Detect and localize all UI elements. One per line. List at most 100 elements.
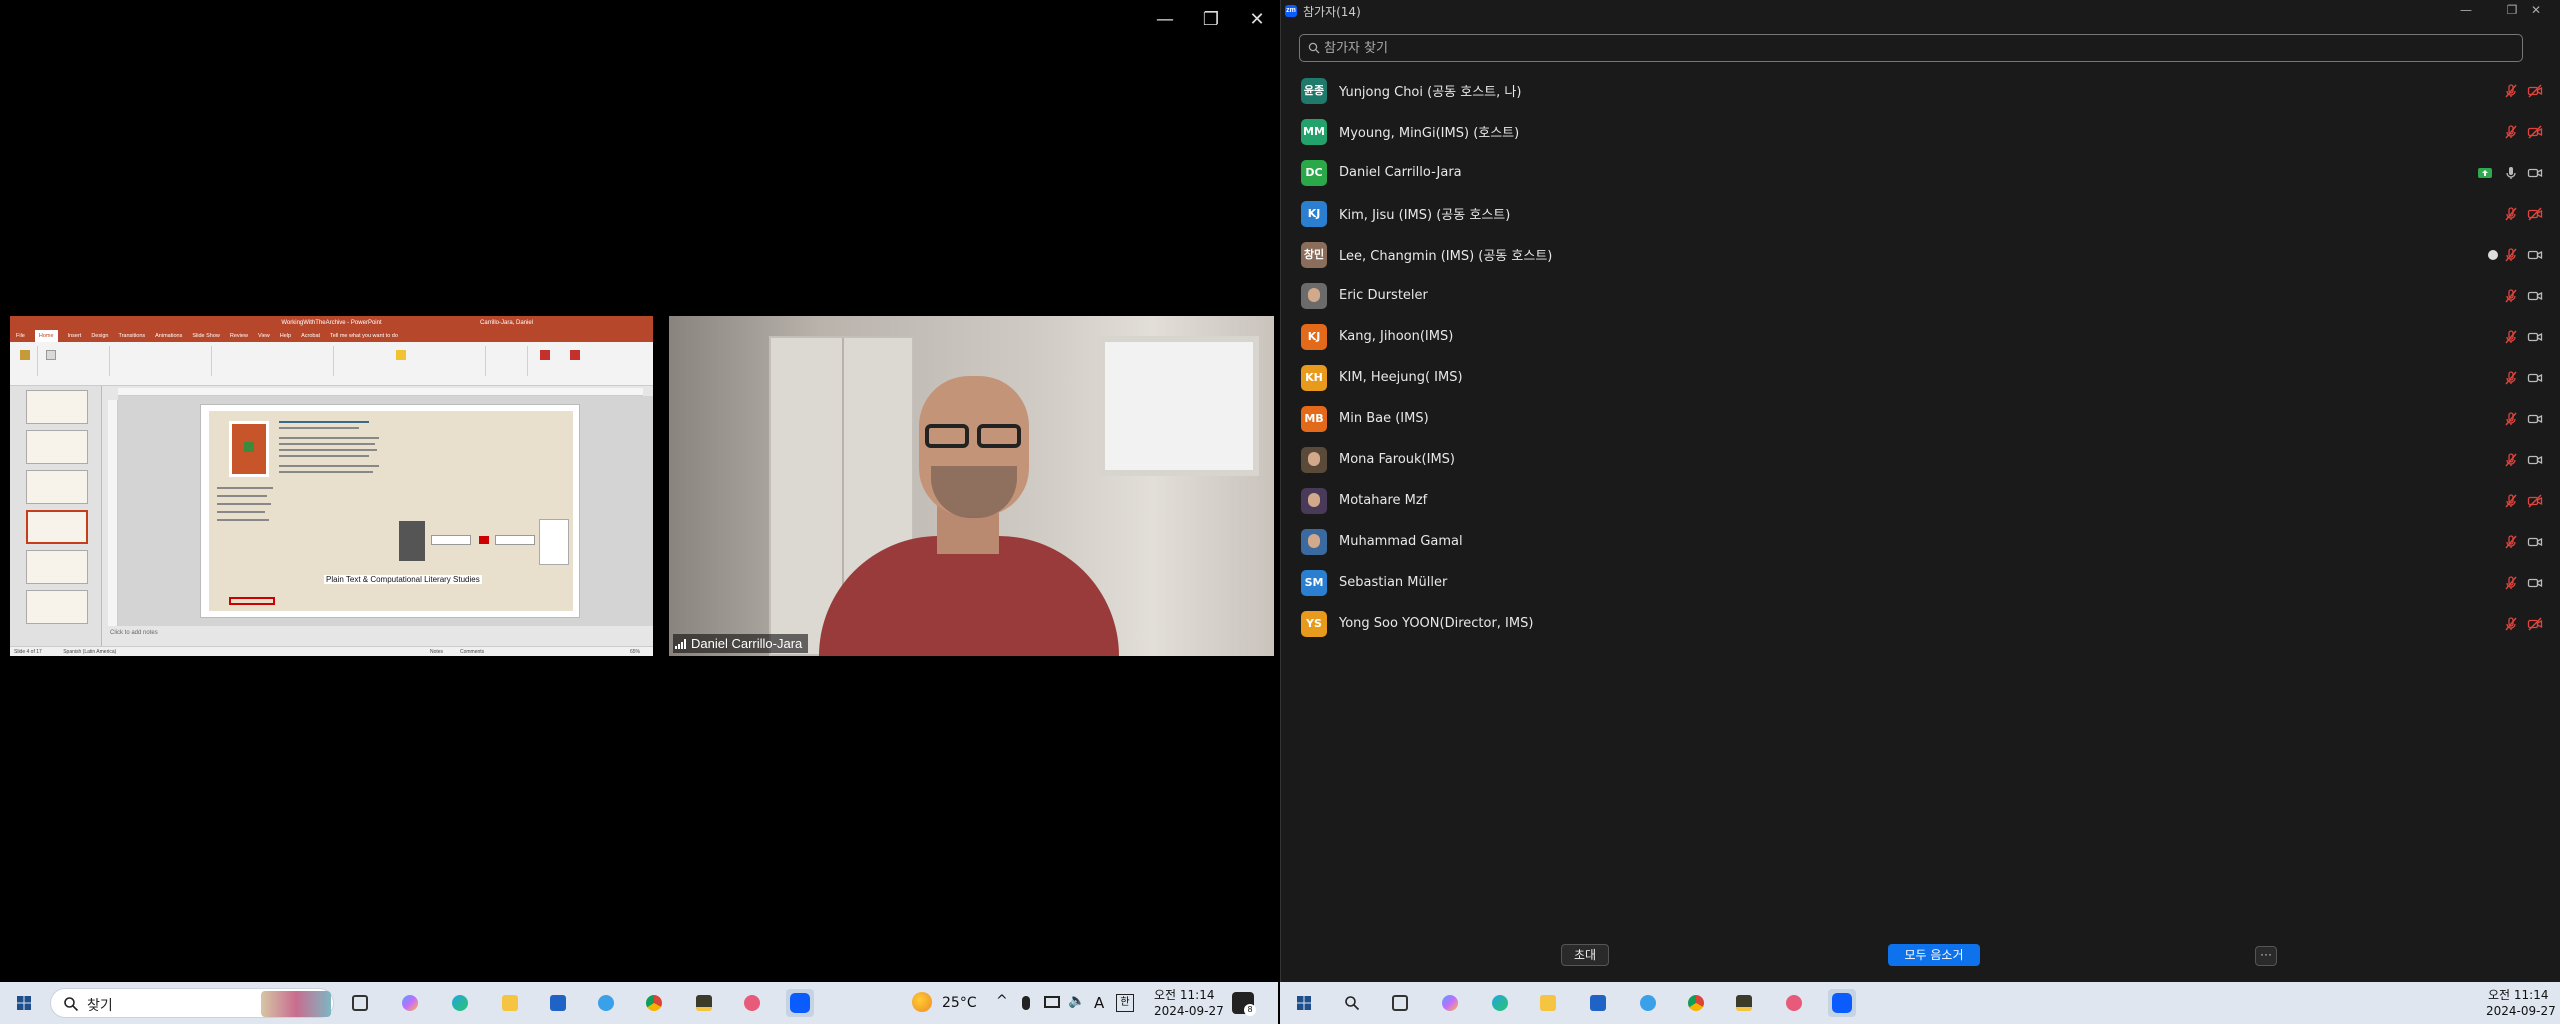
slide-thumbnail-selected[interactable] — [26, 510, 88, 544]
status-notes[interactable]: Notes — [430, 647, 443, 656]
edge-button[interactable] — [446, 989, 474, 1017]
participant-row[interactable]: MB Min Bae (IMS) — [1281, 398, 2560, 439]
mail-button[interactable] — [544, 989, 572, 1017]
task-view-button[interactable] — [1386, 989, 1414, 1017]
taskbar-date[interactable]: 2024-09-27 — [1154, 1004, 1224, 1018]
panel-close-button[interactable]: ✕ — [2513, 0, 2559, 22]
video-icon[interactable] — [2527, 165, 2543, 181]
video-off-icon[interactable] — [2527, 206, 2543, 222]
ime-indicator[interactable]: A — [1094, 994, 1104, 1012]
ie-button[interactable] — [592, 989, 620, 1017]
restore-button[interactable]: ❐ — [1188, 4, 1234, 36]
chrome-button[interactable] — [1682, 989, 1710, 1017]
search-button[interactable] — [1338, 989, 1366, 1017]
snipping-tool-button[interactable] — [1780, 989, 1808, 1017]
start-button[interactable] — [10, 989, 38, 1017]
microphone-icon[interactable] — [2503, 165, 2519, 181]
participant-row[interactable]: Motahare Mzf — [1281, 480, 2560, 521]
microphone-muted-icon[interactable] — [2503, 370, 2519, 386]
notes-placeholder[interactable]: Click to add notes — [110, 630, 158, 636]
video-icon[interactable] — [2527, 534, 2543, 550]
participant-row[interactable]: KJ Kang, Jihoon(IMS) — [1281, 316, 2560, 357]
microphone-muted-icon[interactable] — [2503, 575, 2519, 591]
video-icon[interactable] — [2527, 452, 2543, 468]
task-view-button[interactable] — [346, 989, 374, 1017]
slide-thumbnail[interactable] — [26, 390, 88, 424]
participant-row[interactable]: SM Sebastian Müller — [1281, 562, 2560, 603]
file-explorer-button[interactable] — [496, 989, 524, 1017]
start-button[interactable] — [1290, 989, 1318, 1017]
zoom-taskbar-button[interactable] — [786, 989, 814, 1017]
panel-minimize-button[interactable]: — — [2443, 0, 2489, 22]
invite-button[interactable]: 초대 — [1561, 944, 1609, 966]
microphone-muted-icon[interactable] — [2503, 534, 2519, 550]
microphone-muted-icon[interactable] — [2503, 411, 2519, 427]
volume-icon[interactable]: 🔈 — [1068, 993, 1085, 1009]
video-off-icon[interactable] — [2527, 83, 2543, 99]
video-icon[interactable] — [2527, 411, 2543, 427]
microphone-muted-icon[interactable] — [2503, 288, 2519, 304]
copilot-button[interactable] — [396, 989, 424, 1017]
slide-thumbnail[interactable] — [26, 550, 88, 584]
taskbar-time[interactable]: 오전 11:14 — [1154, 986, 1214, 1003]
minimize-button[interactable]: — — [1142, 4, 1188, 36]
keyboard-layout-icon[interactable]: 한 — [1116, 994, 1134, 1012]
participant-search-input[interactable] — [1324, 40, 2504, 56]
participant-row[interactable]: Eric Dursteler — [1281, 275, 2560, 316]
status-comments[interactable]: Comments — [460, 647, 484, 656]
copilot-button[interactable] — [1436, 989, 1464, 1017]
video-icon[interactable] — [2527, 247, 2543, 263]
weather-temp[interactable]: 25°C — [942, 995, 977, 1011]
weather-icon[interactable] — [912, 992, 932, 1012]
microphone-muted-icon[interactable] — [2503, 452, 2519, 468]
microphone-muted-icon[interactable] — [2503, 83, 2519, 99]
video-icon[interactable] — [2527, 370, 2543, 386]
participant-row[interactable]: Mona Farouk(IMS) — [1281, 439, 2560, 480]
microphone-muted-icon[interactable] — [2503, 616, 2519, 632]
chrome-button[interactable] — [640, 989, 668, 1017]
shared-screen[interactable]: WorkingWithTheArchive - PowerPoint Carri… — [10, 316, 653, 656]
snipping-tool-button[interactable] — [738, 989, 766, 1017]
video-icon[interactable] — [2527, 329, 2543, 345]
participant-row[interactable]: 윤종 Yunjong Choi (공동 호스트, 나) — [1281, 70, 2560, 111]
microphone-icon[interactable] — [1022, 996, 1030, 1010]
sticky-notes-button[interactable] — [690, 989, 718, 1017]
microphone-muted-icon[interactable] — [2503, 493, 2519, 509]
participant-row[interactable]: KH KIM, Heejung( IMS) — [1281, 357, 2560, 398]
mail-button[interactable] — [1584, 989, 1612, 1017]
close-button[interactable]: ✕ — [1234, 4, 1280, 36]
video-off-icon[interactable] — [2527, 493, 2543, 509]
chevron-up-icon[interactable]: ^ — [996, 993, 1008, 1009]
participant-row[interactable]: YS Yong Soo YOON(Director, IMS) — [1281, 603, 2560, 644]
taskbar-search[interactable]: 찾기 — [50, 988, 334, 1018]
file-explorer-button[interactable] — [1534, 989, 1562, 1017]
status-zoom[interactable]: 65% — [630, 647, 640, 656]
participant-row[interactable]: 창민 Lee, Changmin (IMS) (공동 호스트) — [1281, 234, 2560, 275]
mute-all-button[interactable]: 모두 음소거 — [1888, 944, 1980, 966]
network-icon[interactable] — [1044, 996, 1060, 1008]
zoom-taskbar-button[interactable] — [1828, 989, 1856, 1017]
participant-video[interactable]: Daniel Carrillo-Jara — [669, 316, 1274, 656]
slide-thumbnail[interactable] — [26, 590, 88, 624]
participant-row[interactable]: MM Myoung, MinGi(IMS) (호스트) — [1281, 111, 2560, 152]
notification-center-button[interactable]: 8 — [1232, 992, 1256, 1016]
taskbar-date[interactable]: 2024-09-27 — [2486, 1004, 2556, 1018]
microphone-muted-icon[interactable] — [2503, 247, 2519, 263]
video-off-icon[interactable] — [2527, 124, 2543, 140]
microphone-muted-icon[interactable] — [2503, 206, 2519, 222]
slide-thumbnail[interactable] — [26, 470, 88, 504]
video-off-icon[interactable] — [2527, 616, 2543, 632]
participant-row[interactable]: DC Daniel Carrillo-Jara — [1281, 152, 2560, 193]
participant-search[interactable] — [1299, 34, 2523, 62]
edge-button[interactable] — [1486, 989, 1514, 1017]
sticky-notes-button[interactable] — [1730, 989, 1758, 1017]
video-icon[interactable] — [2527, 288, 2543, 304]
taskbar-time[interactable]: 오전 11:14 — [2488, 986, 2548, 1003]
slide[interactable]: Plain Text & Computational Literary Stud… — [200, 404, 580, 618]
participant-row[interactable]: Muhammad Gamal — [1281, 521, 2560, 562]
slide-thumbnail[interactable] — [26, 430, 88, 464]
microphone-muted-icon[interactable] — [2503, 329, 2519, 345]
microphone-muted-icon[interactable] — [2503, 124, 2519, 140]
video-icon[interactable] — [2527, 575, 2543, 591]
more-options-button[interactable]: ··· — [2255, 946, 2277, 966]
